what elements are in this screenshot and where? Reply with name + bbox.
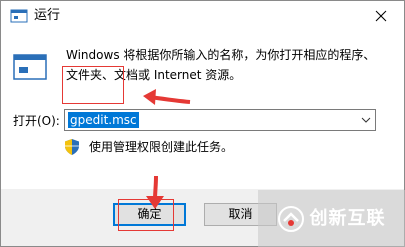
admin-note: 使用管理权限创建此任务。 — [89, 140, 234, 154]
uac-shield-icon — [65, 139, 79, 155]
watermark-text: 创新互联 — [309, 207, 386, 229]
command-highlight-box — [62, 66, 124, 104]
command-input[interactable]: gpedit.msc — [68, 112, 139, 128]
run-icon — [13, 54, 47, 80]
open-label: 打开(O): — [13, 114, 60, 128]
dialog-body: Windows 将根据你所输入的名称，为你打开相应的程序、文件夹、文档或 Int… — [1, 31, 404, 189]
ok-highlight-box — [118, 199, 174, 231]
open-combobox[interactable]: gpedit.msc — [64, 109, 376, 131]
close-icon — [375, 10, 387, 22]
chevron-down-icon — [361, 117, 371, 123]
run-icon — [10, 9, 28, 23]
window-title: 运行 — [34, 8, 61, 23]
title-bar: 运行 — [1, 1, 404, 31]
watermark: 创新互联 — [258, 190, 405, 247]
watermark-logo-icon — [277, 205, 304, 232]
dropdown-button[interactable] — [357, 110, 375, 130]
close-button[interactable] — [358, 1, 404, 31]
